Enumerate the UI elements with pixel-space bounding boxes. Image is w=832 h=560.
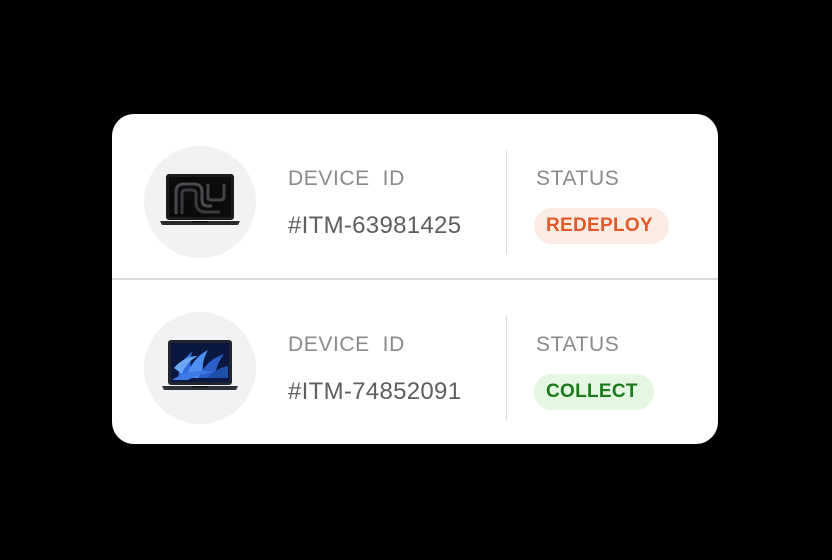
device-id-label: DEVICE ID xyxy=(288,167,405,190)
laptop-icon xyxy=(160,174,240,225)
column-divider xyxy=(506,150,507,254)
status-badge: REDEPLOY xyxy=(534,208,669,244)
status-label: STATUS xyxy=(536,333,620,356)
status-label: STATUS xyxy=(536,167,620,190)
laptop-thumbnail xyxy=(144,146,256,258)
column-divider xyxy=(506,316,507,420)
device-row[interactable]: DEVICE ID #ITM-63981425 STATUS REDEPLOY xyxy=(112,114,718,278)
device-id-value: #ITM-74852091 xyxy=(288,378,462,405)
laptop-thumbnail xyxy=(144,312,256,424)
device-list-card: DEVICE ID #ITM-63981425 STATUS REDEPLOY … xyxy=(112,114,718,444)
device-id-label: DEVICE ID xyxy=(288,333,405,356)
device-id-value: #ITM-63981425 xyxy=(288,212,462,239)
laptop-icon xyxy=(162,340,238,390)
status-badge: COLLECT xyxy=(534,374,654,410)
device-row[interactable]: DEVICE ID #ITM-74852091 STATUS COLLECT xyxy=(112,280,718,444)
